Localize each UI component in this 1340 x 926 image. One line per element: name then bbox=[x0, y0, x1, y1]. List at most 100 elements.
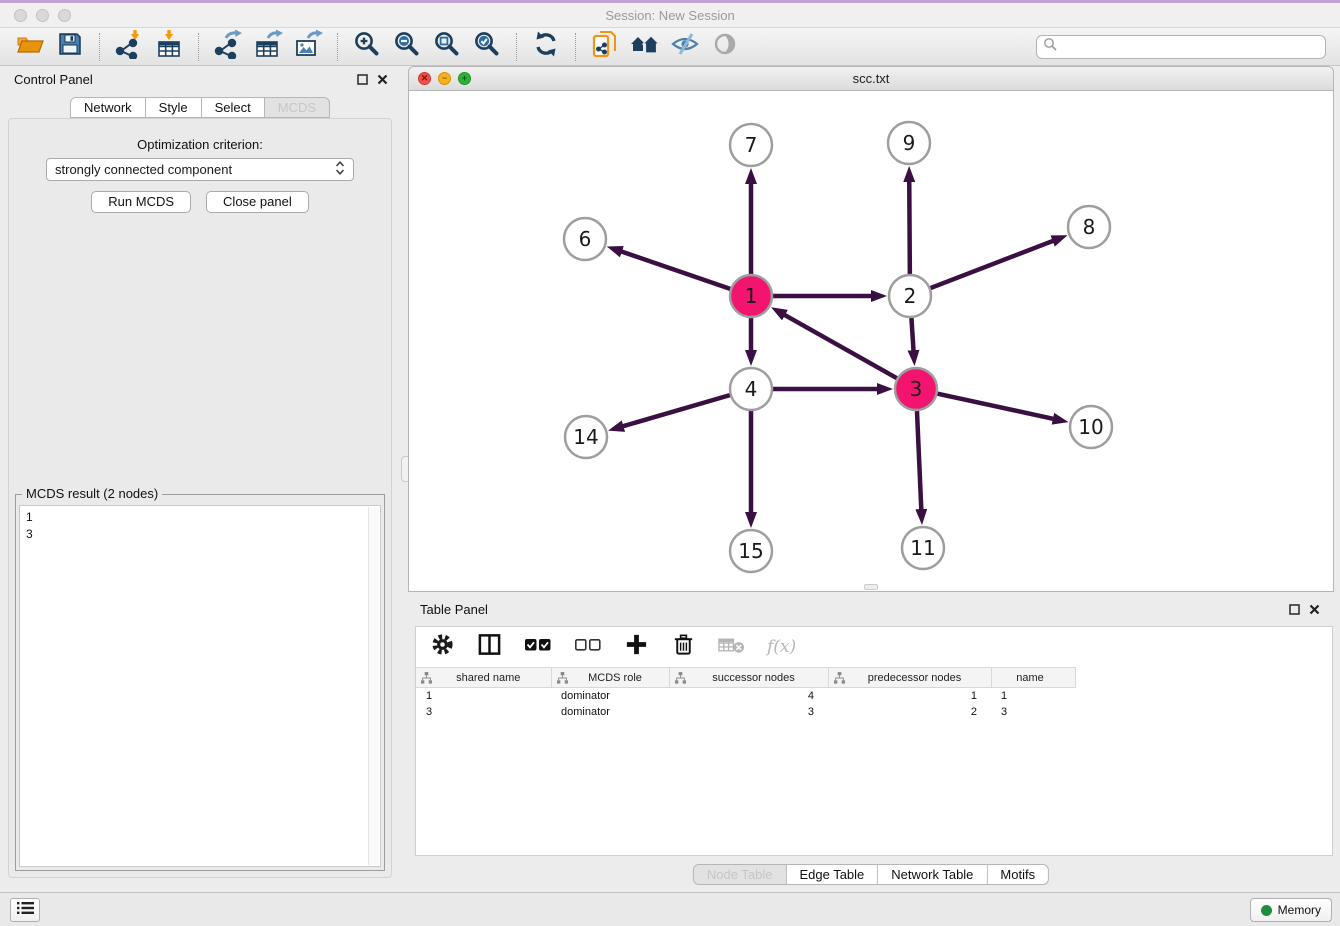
clone-network-button[interactable] bbox=[585, 30, 625, 64]
add-column-icon[interactable] bbox=[624, 632, 649, 662]
tab-network[interactable]: Network bbox=[70, 97, 146, 118]
deselect-all-columns-icon[interactable] bbox=[574, 632, 602, 662]
tab-mcds[interactable]: MCDS bbox=[265, 97, 330, 118]
zoom-in-button[interactable] bbox=[347, 30, 387, 64]
export-network-button[interactable] bbox=[208, 30, 248, 64]
node-table: shared nameMCDS rolesuccessor nodesprede… bbox=[416, 667, 1332, 720]
column-header-MCDS-role[interactable]: MCDS role bbox=[551, 668, 669, 688]
hide-panel-button[interactable] bbox=[665, 30, 705, 64]
zoom-selected-button[interactable] bbox=[467, 30, 507, 64]
window-title: Session: New Session bbox=[0, 8, 1340, 23]
memory-status-icon bbox=[1261, 905, 1272, 916]
mcds-result-title: MCDS result (2 nodes) bbox=[22, 486, 162, 501]
edge-2-3[interactable] bbox=[911, 318, 913, 352]
network-window-title: scc.txt bbox=[409, 71, 1333, 86]
close-panel-icon[interactable] bbox=[377, 72, 388, 90]
save-floppy-icon bbox=[57, 31, 83, 62]
svg-text:2: 2 bbox=[904, 284, 917, 308]
svg-text:11: 11 bbox=[910, 536, 935, 560]
search-field[interactable] bbox=[1036, 35, 1326, 59]
node-9[interactable]: 9 bbox=[888, 122, 930, 164]
export-image-icon bbox=[293, 29, 323, 64]
column-header-successor-nodes[interactable]: successor nodes bbox=[669, 668, 828, 688]
canvas-resize-handle[interactable] bbox=[864, 584, 878, 590]
column-filler bbox=[1075, 668, 1332, 688]
toolbar-separator bbox=[99, 33, 100, 61]
search-input[interactable] bbox=[1058, 39, 1319, 55]
mcds-panel: Optimization criterion: strongly connect… bbox=[8, 118, 392, 878]
node-3[interactable]: 3 bbox=[895, 368, 937, 410]
task-history-button[interactable] bbox=[10, 898, 40, 922]
refresh-layout-button[interactable] bbox=[526, 30, 566, 64]
table-row[interactable]: 3dominator323 bbox=[416, 704, 1332, 720]
export-table-button[interactable] bbox=[248, 30, 288, 64]
open-session-button[interactable] bbox=[10, 30, 50, 64]
close-panel-button[interactable]: Close panel bbox=[206, 191, 309, 213]
node-15[interactable]: 15 bbox=[730, 530, 772, 572]
tab-style[interactable]: Style bbox=[146, 97, 202, 118]
node-10[interactable]: 10 bbox=[1070, 406, 1112, 448]
edge-3-11[interactable] bbox=[917, 411, 921, 511]
import-table-icon bbox=[154, 29, 184, 64]
column-header-name[interactable]: name bbox=[991, 668, 1075, 688]
tab-motifs[interactable]: Motifs bbox=[987, 864, 1049, 885]
show-panel-button[interactable] bbox=[705, 30, 745, 64]
mcds-result-textarea[interactable]: 1 3 bbox=[19, 505, 381, 867]
import-network-icon bbox=[114, 29, 144, 64]
node-2[interactable]: 2 bbox=[889, 275, 931, 317]
edge-2-9[interactable] bbox=[909, 180, 910, 274]
node-7[interactable]: 7 bbox=[730, 124, 772, 166]
zoom-fit-button[interactable] bbox=[427, 30, 467, 64]
export-image-button[interactable] bbox=[288, 30, 328, 64]
node-6[interactable]: 6 bbox=[564, 218, 606, 260]
tab-network-table[interactable]: Network Table bbox=[878, 864, 987, 885]
memory-button[interactable]: Memory bbox=[1250, 898, 1332, 922]
node-4[interactable]: 4 bbox=[730, 368, 772, 410]
edge-2-8[interactable] bbox=[931, 240, 1055, 288]
edge-3-1[interactable] bbox=[783, 314, 897, 378]
save-session-button[interactable] bbox=[50, 30, 90, 64]
table-body: 1dominator4113dominator323 bbox=[416, 688, 1332, 720]
clone-network-icon bbox=[590, 29, 620, 64]
toolbar-separator bbox=[198, 33, 199, 61]
float-panel-icon[interactable] bbox=[357, 72, 368, 90]
edge-1-6[interactable] bbox=[620, 251, 730, 289]
tab-select[interactable]: Select bbox=[202, 97, 265, 118]
stepper-arrows-icon bbox=[335, 160, 345, 179]
edge-4-14[interactable] bbox=[622, 395, 730, 427]
import-network-button[interactable] bbox=[109, 30, 149, 64]
refresh-icon bbox=[532, 30, 560, 63]
delete-column-icon[interactable] bbox=[671, 632, 696, 662]
optimization-criterion-select[interactable]: strongly connected component bbox=[46, 158, 354, 181]
delete-table-icon bbox=[718, 634, 745, 661]
close-table-panel-icon[interactable] bbox=[1309, 602, 1320, 620]
float-table-panel-icon[interactable] bbox=[1289, 602, 1300, 620]
table-tabs: Node TableEdge TableNetwork TableMotifs bbox=[693, 864, 1049, 885]
home-layout-button[interactable] bbox=[625, 30, 665, 64]
edge-3-10[interactable] bbox=[937, 394, 1054, 419]
network-window-titlebar[interactable]: ✕ − + scc.txt bbox=[409, 67, 1333, 91]
show-columns-icon[interactable] bbox=[477, 632, 502, 662]
window-titlebar[interactable]: Session: New Session bbox=[0, 3, 1340, 28]
hierarchy-icon bbox=[675, 672, 686, 684]
function-builder-icon: f(x) bbox=[767, 637, 796, 657]
tab-edge-table[interactable]: Edge Table bbox=[786, 864, 878, 885]
node-8[interactable]: 8 bbox=[1068, 206, 1110, 248]
run-mcds-button[interactable]: Run MCDS bbox=[91, 191, 191, 213]
export-table-icon bbox=[253, 29, 283, 64]
zoom-out-button[interactable] bbox=[387, 30, 427, 64]
node-1[interactable]: 1 bbox=[730, 275, 772, 317]
table-settings-gear-icon[interactable] bbox=[430, 632, 455, 662]
result-scrollbar[interactable] bbox=[368, 507, 379, 865]
node-11[interactable]: 11 bbox=[902, 527, 944, 569]
right-area: ✕ − + scc.txt 1 2 3 4 6 7 8 9 10 11 14 15 Table Pan… bbox=[408, 66, 1334, 892]
network-canvas[interactable]: 1 2 3 4 6 7 8 9 10 11 14 15 bbox=[409, 91, 1333, 591]
tab-node-table[interactable]: Node Table bbox=[693, 864, 787, 885]
table-panel-title: Table Panel bbox=[420, 602, 488, 617]
table-row[interactable]: 1dominator411 bbox=[416, 688, 1332, 704]
node-14[interactable]: 14 bbox=[565, 416, 607, 458]
import-table-button[interactable] bbox=[149, 30, 189, 64]
column-header-predecessor-nodes[interactable]: predecessor nodes bbox=[828, 668, 991, 688]
select-all-columns-icon[interactable] bbox=[524, 632, 552, 662]
column-header-shared-name[interactable]: shared name bbox=[416, 668, 551, 688]
